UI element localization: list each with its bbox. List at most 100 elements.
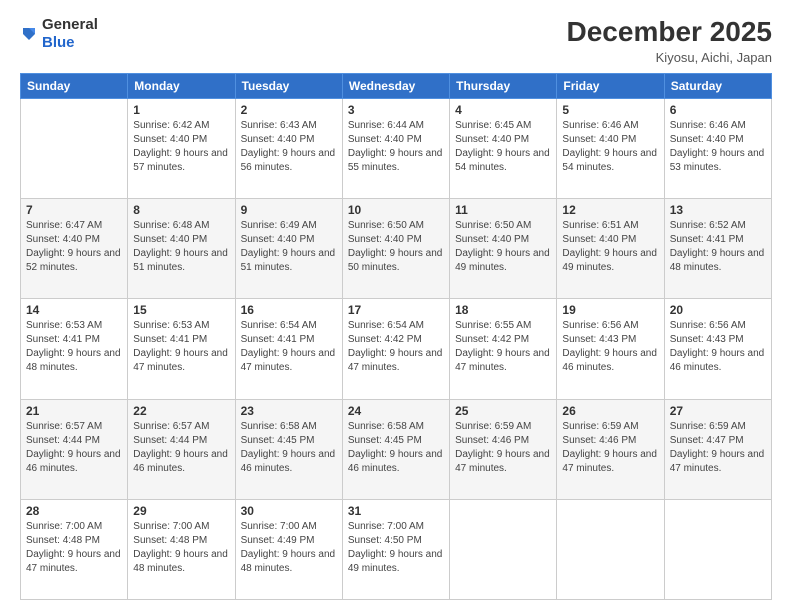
day-number: 19 xyxy=(562,303,658,317)
page: General Blue December 2025 Kiyosu, Aichi… xyxy=(0,0,792,612)
cell-content: Sunrise: 6:56 AMSunset: 4:43 PMDaylight:… xyxy=(670,319,766,375)
logo-icon xyxy=(20,25,38,43)
day-number: 11 xyxy=(455,203,551,217)
day-cell: 30Sunrise: 7:00 AMSunset: 4:49 PMDayligh… xyxy=(235,499,342,599)
day-cell: 27 Sunrise: 6:59 AMSunset: 4:47 PMDayligh… xyxy=(664,399,771,499)
day-cell: 17 Sunrise: 6:54 AMSunset: 4:42 PMDayligh… xyxy=(342,299,449,399)
cell-content: Sunrise: 6:55 AMSunset: 4:42 PMDaylight:… xyxy=(455,319,551,375)
day-number: 2 xyxy=(241,103,337,117)
cell-content: Sunrise: 6:46 AMSunset: 4:40 PMDaylight:… xyxy=(670,119,766,175)
col-header-wednesday: Wednesday xyxy=(342,74,449,99)
cell-content: Sunrise: 6:57 AMSunset: 4:44 PMDaylight:… xyxy=(26,420,122,476)
day-cell: 11 Sunrise: 6:50 AMSunset: 4:40 PMDayligh… xyxy=(450,199,557,299)
day-cell: 7 Sunrise: 6:47 AMSunset: 4:40 PMDaylight… xyxy=(21,199,128,299)
day-cell: 6 Sunrise: 6:46 AMSunset: 4:40 PMDaylight… xyxy=(664,99,771,199)
col-header-tuesday: Tuesday xyxy=(235,74,342,99)
day-cell: 2 Sunrise: 6:43 AMSunset: 4:40 PMDaylight… xyxy=(235,99,342,199)
location: Kiyosu, Aichi, Japan xyxy=(567,50,772,65)
col-header-friday: Friday xyxy=(557,74,664,99)
cell-content: Sunrise: 6:50 AMSunset: 4:40 PMDaylight:… xyxy=(455,219,551,275)
cell-content: Sunrise: 6:58 AMSunset: 4:45 PMDaylight:… xyxy=(348,420,444,476)
day-number: 7 xyxy=(26,203,122,217)
day-number: 23 xyxy=(241,404,337,418)
day-cell: 8 Sunrise: 6:48 AMSunset: 4:40 PMDaylight… xyxy=(128,199,235,299)
title-block: December 2025 Kiyosu, Aichi, Japan xyxy=(567,16,772,65)
cell-content: Sunrise: 6:56 AMSunset: 4:43 PMDaylight:… xyxy=(562,319,658,375)
day-number: 26 xyxy=(562,404,658,418)
cell-content: Sunrise: 6:54 AMSunset: 4:42 PMDaylight:… xyxy=(348,319,444,375)
day-number: 29 xyxy=(133,504,229,518)
day-cell xyxy=(21,99,128,199)
day-number: 13 xyxy=(670,203,766,217)
day-cell xyxy=(664,499,771,599)
day-cell: 12 Sunrise: 6:51 AMSunset: 4:40 PMDayligh… xyxy=(557,199,664,299)
month-title: December 2025 xyxy=(567,16,772,48)
cell-content: Sunrise: 7:00 AMSunset: 4:50 PMDaylight:… xyxy=(348,520,444,576)
logo-general: General xyxy=(42,16,98,33)
day-cell: 1 Sunrise: 6:42 AMSunset: 4:40 PMDaylight… xyxy=(128,99,235,199)
day-cell xyxy=(450,499,557,599)
day-cell: 21 Sunrise: 6:57 AMSunset: 4:44 PMDayligh… xyxy=(21,399,128,499)
col-header-monday: Monday xyxy=(128,74,235,99)
day-number: 5 xyxy=(562,103,658,117)
cell-content: Sunrise: 7:00 AMSunset: 4:48 PMDaylight:… xyxy=(26,520,122,576)
cell-content: Sunrise: 6:51 AMSunset: 4:40 PMDaylight:… xyxy=(562,219,658,275)
cell-content: Sunrise: 6:52 AMSunset: 4:41 PMDaylight:… xyxy=(670,219,766,275)
day-cell: 20Sunrise: 6:56 AMSunset: 4:43 PMDayligh… xyxy=(664,299,771,399)
logo-text: General Blue xyxy=(42,16,98,52)
cell-content: Sunrise: 6:50 AMSunset: 4:40 PMDaylight:… xyxy=(348,219,444,275)
week-row-3: 21 Sunrise: 6:57 AMSunset: 4:44 PMDayligh… xyxy=(21,399,772,499)
day-number: 1 xyxy=(133,103,229,117)
day-cell: 9Sunrise: 6:49 AMSunset: 4:40 PMDaylight… xyxy=(235,199,342,299)
cell-content: Sunrise: 6:43 AMSunset: 4:40 PMDaylight:… xyxy=(241,119,337,175)
day-number: 12 xyxy=(562,203,658,217)
day-cell: 4 Sunrise: 6:45 AMSunset: 4:40 PMDaylight… xyxy=(450,99,557,199)
day-number: 22 xyxy=(133,404,229,418)
day-cell: 5 Sunrise: 6:46 AMSunset: 4:40 PMDaylight… xyxy=(557,99,664,199)
cell-content: Sunrise: 6:58 AMSunset: 4:45 PMDaylight:… xyxy=(241,420,337,476)
day-number: 25 xyxy=(455,404,551,418)
day-number: 27 xyxy=(670,404,766,418)
day-number: 6 xyxy=(670,103,766,117)
day-cell: 24 Sunrise: 6:58 AMSunset: 4:45 PMDayligh… xyxy=(342,399,449,499)
cell-content: Sunrise: 6:53 AMSunset: 4:41 PMDaylight:… xyxy=(26,319,122,375)
header: General Blue December 2025 Kiyosu, Aichi… xyxy=(20,16,772,65)
day-number: 28 xyxy=(26,504,122,518)
cell-content: Sunrise: 6:59 AMSunset: 4:46 PMDaylight:… xyxy=(455,420,551,476)
cell-content: Sunrise: 6:44 AMSunset: 4:40 PMDaylight:… xyxy=(348,119,444,175)
day-cell: 25 Sunrise: 6:59 AMSunset: 4:46 PMDayligh… xyxy=(450,399,557,499)
cell-content: Sunrise: 6:57 AMSunset: 4:44 PMDaylight:… xyxy=(133,420,229,476)
day-cell: 15 Sunrise: 6:53 AMSunset: 4:41 PMDayligh… xyxy=(128,299,235,399)
cell-content: Sunrise: 6:53 AMSunset: 4:41 PMDaylight:… xyxy=(133,319,229,375)
day-cell: 19 Sunrise: 6:56 AMSunset: 4:43 PMDayligh… xyxy=(557,299,664,399)
day-cell: 23 Sunrise: 6:58 AMSunset: 4:45 PMDayligh… xyxy=(235,399,342,499)
col-header-sunday: Sunday xyxy=(21,74,128,99)
day-number: 8 xyxy=(133,203,229,217)
day-cell: 26 Sunrise: 6:59 AMSunset: 4:46 PMDayligh… xyxy=(557,399,664,499)
cell-content: Sunrise: 6:48 AMSunset: 4:40 PMDaylight:… xyxy=(133,219,229,275)
day-cell: 14Sunrise: 6:53 AMSunset: 4:41 PMDayligh… xyxy=(21,299,128,399)
day-number: 15 xyxy=(133,303,229,317)
cell-content: Sunrise: 6:47 AMSunset: 4:40 PMDaylight:… xyxy=(26,219,122,275)
cell-content: Sunrise: 6:45 AMSunset: 4:40 PMDaylight:… xyxy=(455,119,551,175)
calendar-table: SundayMondayTuesdayWednesdayThursdayFrid… xyxy=(20,73,772,600)
day-number: 10 xyxy=(348,203,444,217)
week-row-0: 1 Sunrise: 6:42 AMSunset: 4:40 PMDaylight… xyxy=(21,99,772,199)
col-header-saturday: Saturday xyxy=(664,74,771,99)
day-cell: 10 Sunrise: 6:50 AMSunset: 4:40 PMDayligh… xyxy=(342,199,449,299)
cell-content: Sunrise: 6:59 AMSunset: 4:47 PMDaylight:… xyxy=(670,420,766,476)
cell-content: Sunrise: 6:54 AMSunset: 4:41 PMDaylight:… xyxy=(241,319,337,375)
day-number: 21 xyxy=(26,404,122,418)
day-number: 24 xyxy=(348,404,444,418)
day-number: 30 xyxy=(241,504,337,518)
day-cell: 13 Sunrise: 6:52 AMSunset: 4:41 PMDayligh… xyxy=(664,199,771,299)
day-number: 9 xyxy=(241,203,337,217)
cell-content: Sunrise: 6:42 AMSunset: 4:40 PMDaylight:… xyxy=(133,119,229,175)
cell-content: Sunrise: 7:00 AMSunset: 4:48 PMDaylight:… xyxy=(133,520,229,576)
day-cell xyxy=(557,499,664,599)
cell-content: Sunrise: 6:59 AMSunset: 4:46 PMDaylight:… xyxy=(562,420,658,476)
cell-content: Sunrise: 6:46 AMSunset: 4:40 PMDaylight:… xyxy=(562,119,658,175)
day-cell: 16Sunrise: 6:54 AMSunset: 4:41 PMDayligh… xyxy=(235,299,342,399)
day-number: 17 xyxy=(348,303,444,317)
day-number: 4 xyxy=(455,103,551,117)
